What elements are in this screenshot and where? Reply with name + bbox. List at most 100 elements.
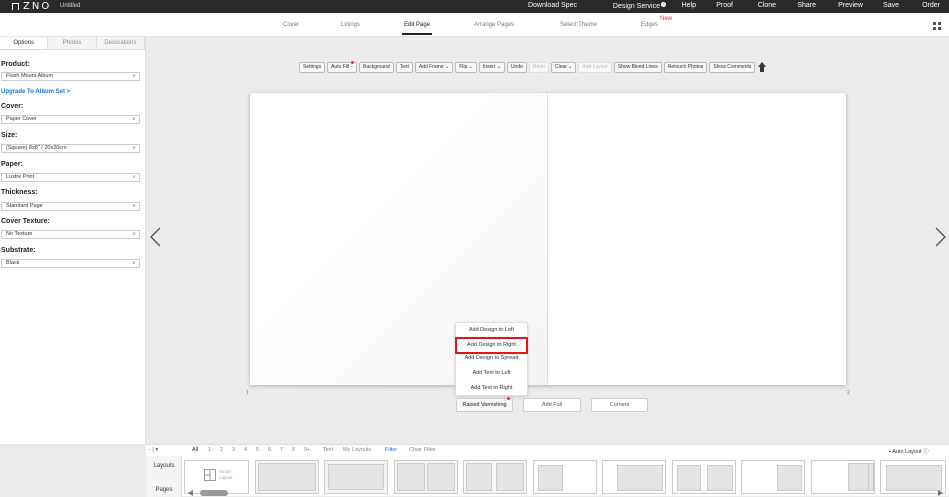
- notification-dot: [351, 61, 355, 64]
- help-link[interactable]: Help: [682, 2, 696, 9]
- clone-link[interactable]: Clone: [758, 2, 776, 9]
- filter-my-layouts[interactable]: My Layouts: [343, 447, 371, 453]
- download-spec-link[interactable]: Download Spec: [528, 2, 577, 9]
- layout-thumb[interactable]: [463, 460, 527, 494]
- layout-thumb[interactable]: [602, 460, 666, 494]
- layout-thumb[interactable]: [394, 460, 458, 494]
- tab-linings[interactable]: Linings: [341, 22, 360, 28]
- filter-5[interactable]: 5: [256, 447, 259, 453]
- tab-cover[interactable]: Cover: [283, 22, 299, 28]
- add-design-spread-item[interactable]: Add Design to Spread: [456, 355, 527, 361]
- redo-button[interactable]: Redo: [528, 62, 549, 73]
- tab-decorations[interactable]: Decorations: [96, 37, 145, 49]
- corners-button[interactable]: Corners: [591, 398, 648, 412]
- right-page-number: 2: [847, 390, 850, 396]
- filter-4[interactable]: 4: [244, 447, 247, 453]
- zno-logo[interactable]: ZNO: [12, 1, 51, 12]
- undo-button[interactable]: Undo: [506, 62, 527, 73]
- filter-6[interactable]: 6: [268, 447, 271, 453]
- arrow-up-icon[interactable]: [757, 62, 767, 73]
- sidebar-tabs: Options Photos Decorations: [0, 37, 145, 50]
- upgrade-album-set-link[interactable]: Upgrade To Album Set >: [1, 89, 70, 95]
- add-frame-button[interactable]: Add Frame ⌄: [414, 62, 454, 73]
- grid-icon[interactable]: [933, 22, 941, 30]
- layouts-scrollbar[interactable]: [200, 490, 228, 496]
- tab-photos[interactable]: Photos: [48, 37, 97, 49]
- share-link[interactable]: Share: [797, 2, 816, 9]
- add-text-right-item[interactable]: Add Text to Right: [456, 385, 527, 391]
- show-bleed-lines-button[interactable]: Show Bleed Lines: [613, 62, 662, 73]
- proof-link[interactable]: Proof: [716, 2, 733, 9]
- preview-link[interactable]: Preview: [838, 2, 863, 9]
- filter-8[interactable]: 8: [292, 447, 295, 453]
- add-layout-button[interactable]: Add Layout: [578, 62, 612, 73]
- design-service-link[interactable]: Design Service?: [613, 2, 666, 10]
- add-text-left-item[interactable]: Add Text to Left: [456, 370, 527, 376]
- tab-pages[interactable]: Pages: [146, 487, 182, 493]
- design-service-label: Design Service: [612, 3, 660, 10]
- filter-all[interactable]: All: [192, 447, 198, 453]
- collapse-icon[interactable]: - | ▾: [149, 447, 158, 453]
- layout-thumb[interactable]: [672, 460, 736, 494]
- add-design-right-item[interactable]: Add Design to Right: [455, 337, 528, 354]
- clear-filter-button[interactable]: Clear Filter: [409, 447, 436, 453]
- step-nav: Cover Linings Edit Page Arrange Pages Se…: [0, 13, 949, 37]
- size-label: Size:: [1, 132, 18, 139]
- layout-thumb[interactable]: [741, 460, 805, 494]
- filter-3[interactable]: 3: [232, 447, 235, 453]
- flip-button[interactable]: Flip ⌄: [455, 62, 477, 73]
- layout-thumb[interactable]: [880, 460, 946, 494]
- scroll-left-icon[interactable]: [188, 490, 194, 496]
- layout-thumb[interactable]: [533, 460, 597, 494]
- edit-toolbar: Settings Auto Fill ⎯ Background Text Add…: [299, 61, 767, 73]
- auto-layout-toggle[interactable]: ▪ Auto Layout ⓘ: [889, 447, 929, 455]
- layout-thumb[interactable]: [255, 460, 319, 494]
- cover-texture-select[interactable]: No Texture: [1, 230, 140, 239]
- filter-2[interactable]: 2: [220, 447, 223, 453]
- filter-button[interactable]: Filter: [385, 447, 397, 453]
- options-sidebar: Options Photos Decorations Product: Flus…: [0, 37, 146, 444]
- smart-layout-icon: [204, 469, 216, 481]
- layout-thumb[interactable]: [811, 460, 875, 494]
- tab-layouts[interactable]: Layouts: [146, 463, 182, 469]
- paper-select[interactable]: Lustre Print: [1, 173, 140, 182]
- scroll-right-icon[interactable]: [937, 490, 943, 496]
- next-page-arrow-icon[interactable]: [934, 227, 948, 247]
- cover-select[interactable]: Paper Cover: [1, 115, 140, 124]
- clear-button[interactable]: Clear ⌄: [550, 62, 577, 73]
- logo-text: ZNO: [23, 1, 52, 12]
- filter-text[interactable]: Text: [323, 447, 333, 453]
- filter-1[interactable]: 1: [208, 447, 211, 453]
- text-button[interactable]: Text: [395, 62, 413, 73]
- substrate-select[interactable]: Black: [1, 259, 140, 268]
- smart-layout-thumb[interactable]: Smart Layout: [184, 460, 249, 494]
- save-link[interactable]: Save: [883, 2, 899, 9]
- auto-fill-button[interactable]: Auto Fill ⎯: [327, 61, 358, 73]
- thickness-select[interactable]: Standard Page: [1, 202, 140, 211]
- layout-filter-bar: - | ▾ All 1 2 3 4 5 6 7 8 9+ Text My Lay…: [146, 445, 949, 456]
- layout-thumb[interactable]: [324, 460, 388, 494]
- tab-edges[interactable]: Edges: [641, 22, 658, 28]
- raised-varnishing-label: Raised Varnishing: [462, 402, 507, 408]
- size-select[interactable]: (Square) 8x8" / 20x20cm: [1, 144, 140, 153]
- substrate-label: Substrate:: [1, 247, 36, 254]
- insert-button[interactable]: Insert ⌄: [478, 62, 505, 73]
- raised-varnishing-button[interactable]: Raised Varnishing: [456, 397, 513, 412]
- page-spread-canvas[interactable]: [250, 93, 846, 385]
- tab-arrange-pages[interactable]: Arrange Pages: [474, 22, 514, 28]
- order-link[interactable]: Order: [922, 2, 940, 9]
- tab-select-theme[interactable]: Select Theme: [560, 22, 597, 28]
- top-bar: ZNO Untitled Download Spec Design Servic…: [0, 0, 949, 13]
- show-comments-button[interactable]: Show Comments: [709, 62, 756, 73]
- add-design-left-item[interactable]: Add Design to Left: [456, 327, 527, 333]
- filter-7[interactable]: 7: [280, 447, 283, 453]
- product-select[interactable]: Flush Mount Album: [1, 72, 140, 81]
- filter-9-plus[interactable]: 9+: [304, 447, 310, 453]
- previous-page-arrow-icon[interactable]: [148, 227, 162, 247]
- tab-options[interactable]: Options: [0, 37, 49, 49]
- tab-edit-page[interactable]: Edit Page: [401, 22, 433, 35]
- settings-button[interactable]: Settings: [299, 62, 326, 73]
- retouch-photos-button[interactable]: Retouch Photos: [663, 62, 708, 73]
- background-button[interactable]: Background: [359, 62, 394, 73]
- add-foil-button[interactable]: Add Foil: [523, 398, 581, 412]
